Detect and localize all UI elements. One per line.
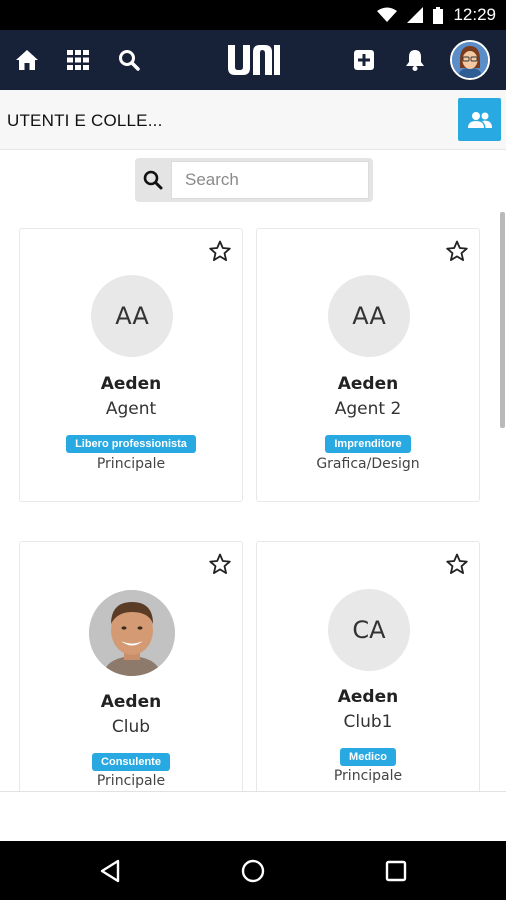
profile-avatar[interactable]: [450, 40, 490, 80]
card-first-name: Aeden: [100, 374, 162, 394]
star-icon[interactable]: [208, 239, 232, 263]
card-first-name: Aeden: [337, 687, 399, 707]
bell-icon: [406, 50, 424, 71]
star-icon[interactable]: [208, 552, 232, 576]
search-submit[interactable]: [135, 158, 171, 202]
role-badge: Consulente: [92, 753, 170, 771]
scrollbar[interactable]: [500, 212, 505, 428]
card-last-name: Agent 2: [334, 399, 402, 419]
notifications-button[interactable]: [397, 42, 433, 78]
search-input[interactable]: [171, 161, 369, 199]
signal-icon: [407, 7, 424, 23]
avatar: AA: [91, 275, 173, 357]
home-button[interactable]: [9, 42, 45, 78]
search-icon: [119, 50, 140, 71]
card-first-name: Aeden: [100, 692, 162, 712]
back-icon[interactable]: [96, 856, 126, 886]
card-first-name: Aeden: [337, 374, 399, 394]
system-nav-bar: [0, 841, 506, 900]
avatar-photo: [89, 590, 175, 676]
home-icon: [16, 50, 38, 70]
user-card[interactable]: CA Aeden Club1 Medico Principale: [256, 541, 480, 801]
user-avatar-icon: [452, 42, 488, 78]
page-header: UTENTI E COLLE...: [0, 90, 506, 150]
card-subtitle: Principale: [333, 768, 403, 784]
search-icon: [143, 170, 163, 190]
avatar: AA: [328, 275, 410, 357]
role-badge: Libero professionista: [66, 435, 196, 453]
status-time: 12:29: [453, 5, 496, 24]
home-nav-icon[interactable]: [238, 856, 268, 886]
role-badge: Medico: [340, 748, 396, 766]
avatar: CA: [328, 589, 410, 671]
search-bar: [135, 158, 373, 202]
user-card[interactable]: AA Aeden Agent 2 Imprenditore Grafica/De…: [256, 228, 480, 502]
page-title: UTENTI E COLLE...: [7, 111, 163, 130]
grid-icon: [67, 50, 89, 70]
users-icon: [467, 111, 492, 128]
user-card[interactable]: AA Aeden Agent Libero professionista Pri…: [19, 228, 243, 502]
add-button[interactable]: [346, 42, 382, 78]
bottom-area: [0, 791, 506, 841]
battery-icon: [433, 6, 444, 24]
wifi-icon: [377, 7, 398, 22]
card-last-name: Agent: [105, 399, 157, 419]
status-bar: 12:29: [0, 0, 506, 30]
app-logo[interactable]: [226, 43, 280, 77]
person-photo: [89, 590, 175, 676]
card-subtitle: Principale: [96, 773, 166, 789]
card-last-name: Club: [111, 717, 151, 737]
recents-icon[interactable]: [381, 856, 411, 886]
card-subtitle: Grafica/Design: [316, 456, 420, 472]
star-icon[interactable]: [445, 552, 469, 576]
user-card[interactable]: Aeden Club Consulente Principale: [19, 541, 243, 801]
role-badge: Imprenditore: [325, 435, 411, 453]
uni-logo: [228, 45, 280, 75]
star-icon[interactable]: [445, 239, 469, 263]
card-last-name: Club1: [343, 712, 393, 732]
card-subtitle: Principale: [96, 456, 166, 472]
add-icon: [354, 50, 374, 70]
search-button[interactable]: [111, 42, 147, 78]
apps-button[interactable]: [60, 42, 96, 78]
app-bar: [0, 30, 506, 90]
users-button[interactable]: [458, 98, 501, 141]
